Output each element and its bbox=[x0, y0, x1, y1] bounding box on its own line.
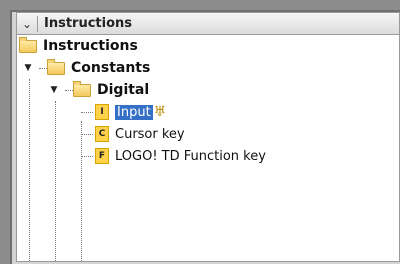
folder-icon bbox=[73, 80, 91, 97]
input-badge-icon: I bbox=[95, 104, 109, 120]
chevron-down-icon[interactable]: ⌄ bbox=[17, 17, 37, 31]
cursor-key-badge-icon: C bbox=[95, 126, 109, 142]
tree-item-label: Cursor key bbox=[115, 126, 185, 142]
tree-node-constants[interactable]: ▼ Constants bbox=[23, 57, 150, 79]
tree-guide bbox=[55, 101, 56, 261]
tree-guide bbox=[81, 121, 82, 261]
tree-guide bbox=[29, 79, 30, 261]
tree-item-label: LOGO! TD Function key bbox=[115, 148, 266, 164]
tree-guide bbox=[81, 112, 93, 113]
tree-node-digital[interactable]: ▼ Digital bbox=[49, 79, 149, 101]
header-title: Instructions bbox=[44, 16, 133, 31]
tree-guide bbox=[81, 156, 93, 157]
tree-node-label: Digital bbox=[97, 82, 150, 98]
tree-node-instructions[interactable]: Instructions bbox=[19, 35, 138, 57]
tree-item-cursor-key[interactable]: C Cursor key bbox=[95, 123, 185, 145]
function-key-badge-icon: F bbox=[95, 148, 109, 164]
tree-item-label: Input bbox=[115, 104, 153, 120]
folder-icon bbox=[19, 36, 37, 53]
tree-node-label: Instructions bbox=[43, 38, 138, 54]
expand-triangle-icon[interactable]: ▼ bbox=[23, 63, 33, 73]
instruction-tree: Instructions ▼ Constants ▼ Digital I Inp… bbox=[16, 34, 400, 262]
header-divider bbox=[37, 15, 38, 32]
drag-stamp-icon: ♅ bbox=[153, 104, 167, 120]
instructions-panel: ⌄ Instructions Instructions ▼ Constants … bbox=[10, 10, 400, 264]
instructions-header[interactable]: ⌄ Instructions bbox=[16, 12, 400, 34]
tree-guide bbox=[81, 134, 93, 135]
expand-triangle-icon[interactable]: ▼ bbox=[49, 85, 59, 95]
folder-icon bbox=[47, 58, 65, 75]
tree-item-function-key[interactable]: F LOGO! TD Function key bbox=[95, 145, 266, 167]
tree-item-input[interactable]: I Input ♅ bbox=[95, 101, 166, 123]
tree-node-label: Constants bbox=[71, 60, 151, 76]
